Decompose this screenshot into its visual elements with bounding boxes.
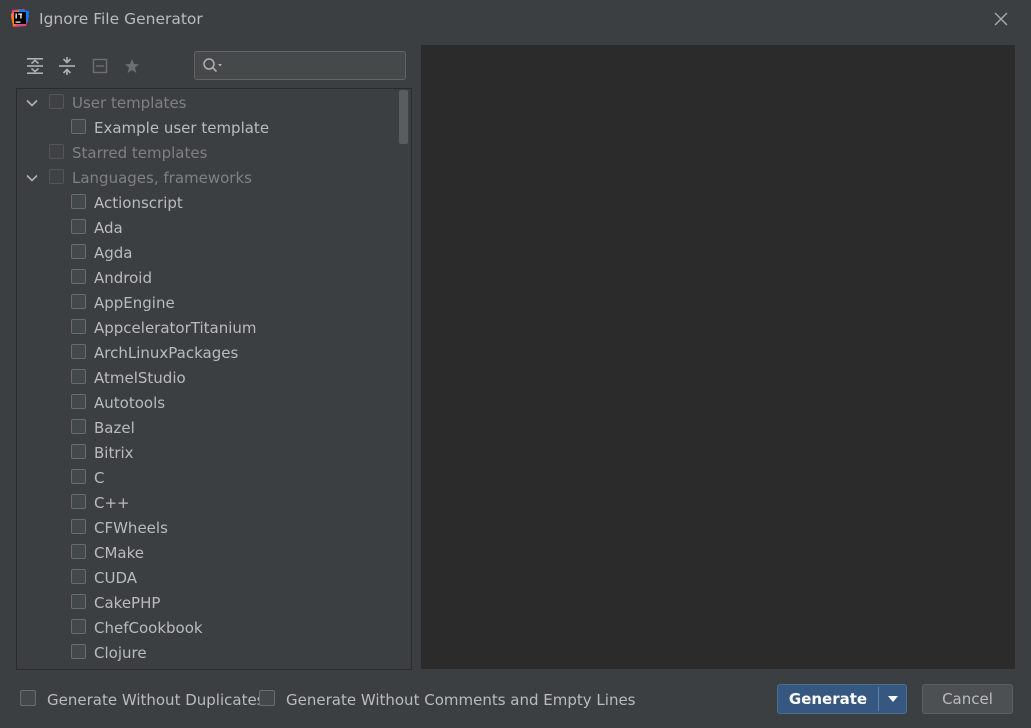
cancel-button[interactable]: Cancel xyxy=(922,684,1013,714)
template-checkbox[interactable] xyxy=(71,369,86,384)
tree-item[interactable]: C xyxy=(17,466,397,491)
template-checkbox[interactable] xyxy=(71,419,86,434)
template-checkbox[interactable] xyxy=(71,469,86,484)
template-checkbox[interactable] xyxy=(71,244,86,259)
template-checkbox[interactable] xyxy=(71,119,86,134)
tree-item[interactable]: Agda xyxy=(17,241,397,266)
close-button[interactable] xyxy=(988,6,1014,32)
tree-item[interactable]: CFWheels xyxy=(17,516,397,541)
template-label: C++ xyxy=(94,494,130,512)
group-checkbox[interactable] xyxy=(49,94,64,109)
template-checkbox[interactable] xyxy=(71,444,86,459)
template-label: AtmelStudio xyxy=(94,369,186,387)
search-input[interactable] xyxy=(225,55,397,76)
template-checkbox[interactable] xyxy=(71,294,86,309)
template-checkbox[interactable] xyxy=(71,519,86,534)
group-label: Starred templates xyxy=(72,144,208,162)
search-field[interactable] xyxy=(194,51,406,80)
tree-item[interactable]: ChefCookbook xyxy=(17,616,397,641)
expand-all-icon xyxy=(27,58,43,74)
scrollbar-thumb[interactable] xyxy=(399,90,408,144)
expand-all-button[interactable] xyxy=(23,54,47,78)
tree-group[interactable]: Languages, frameworks xyxy=(17,166,397,191)
close-icon xyxy=(994,12,1008,26)
tree-item[interactable]: AtmelStudio xyxy=(17,366,397,391)
template-checkbox[interactable] xyxy=(71,494,86,509)
tree-group[interactable]: Starred templates xyxy=(17,141,397,166)
group-checkbox[interactable] xyxy=(49,144,64,159)
template-label: Agda xyxy=(94,244,133,262)
template-label: ChefCookbook xyxy=(94,619,203,637)
intellij-idea-icon xyxy=(11,9,29,27)
template-checkbox[interactable] xyxy=(71,619,86,634)
template-label: ArchLinuxPackages xyxy=(94,344,239,362)
collapse-all-button[interactable] xyxy=(55,54,79,78)
template-label: Example user template xyxy=(94,119,270,137)
starred-button[interactable] xyxy=(120,54,144,78)
tree-item[interactable]: CakePHP xyxy=(17,591,397,616)
tree-group[interactable]: User templates xyxy=(17,91,397,116)
tree-item[interactable]: Autotools xyxy=(17,391,397,416)
tree-item[interactable]: CMake xyxy=(17,541,397,566)
collapse-all-icon xyxy=(59,57,75,75)
chevron-down-icon[interactable] xyxy=(25,171,39,185)
template-checkbox[interactable] xyxy=(71,269,86,284)
template-checkbox[interactable] xyxy=(71,319,86,334)
tree-item[interactable]: AppceleratorTitanium xyxy=(17,316,397,341)
title-bar: Ignore File Generator xyxy=(0,0,1031,38)
generate-split-button[interactable]: Generate xyxy=(777,684,907,714)
search-icon xyxy=(203,58,222,73)
chevron-down-icon[interactable] xyxy=(25,96,39,110)
template-checkbox[interactable] xyxy=(71,194,86,209)
tree-item[interactable]: C++ xyxy=(17,491,397,516)
without-comments-checkbox[interactable] xyxy=(259,690,275,706)
template-label: Actionscript xyxy=(94,194,183,212)
template-label: AppceleratorTitanium xyxy=(94,319,257,337)
template-label: CFWheels xyxy=(94,519,168,537)
template-label: Ada xyxy=(94,219,123,237)
template-label: AppEngine xyxy=(94,294,175,312)
preview-pane xyxy=(421,45,1015,669)
without-duplicates-label: Generate Without Duplicates xyxy=(47,691,265,709)
generate-dropdown-button[interactable] xyxy=(879,685,907,713)
template-checkbox[interactable] xyxy=(71,644,86,659)
template-checkbox[interactable] xyxy=(71,219,86,234)
template-checkbox[interactable] xyxy=(71,544,86,559)
template-checkbox[interactable] xyxy=(71,394,86,409)
template-checkbox[interactable] xyxy=(71,344,86,359)
tree-item[interactable]: Clojure xyxy=(17,641,397,666)
tree-item[interactable]: Bitrix xyxy=(17,441,397,466)
unselect-all-icon xyxy=(92,58,108,74)
star-icon xyxy=(125,59,139,73)
template-tree[interactable]: User templates Example user template Starr… xyxy=(16,88,412,670)
group-label: Languages, frameworks xyxy=(72,169,252,187)
group-checkbox[interactable] xyxy=(49,169,64,184)
without-comments-label: Generate Without Comments and Empty Line… xyxy=(286,691,636,709)
template-label: Clojure xyxy=(94,644,147,662)
unselect-all-button[interactable] xyxy=(88,54,112,78)
tree-item[interactable]: AppEngine xyxy=(17,291,397,316)
tree-item[interactable]: ArchLinuxPackages xyxy=(17,341,397,366)
window-title: Ignore File Generator xyxy=(39,10,203,28)
generate-button[interactable]: Generate xyxy=(778,685,878,713)
tree-item[interactable]: Android xyxy=(17,266,397,291)
group-label: User templates xyxy=(72,94,187,112)
template-checkbox[interactable] xyxy=(71,594,86,609)
template-label: Autotools xyxy=(94,394,166,412)
template-label: C xyxy=(94,469,105,487)
without-duplicates-checkbox[interactable] xyxy=(20,690,36,706)
tree-item[interactable]: Ada xyxy=(17,216,397,241)
template-label: Android xyxy=(94,269,152,287)
chevron-down-icon xyxy=(888,696,898,702)
template-label: CakePHP xyxy=(94,594,161,612)
template-checkbox[interactable] xyxy=(71,569,86,584)
tree-item[interactable]: Example user template xyxy=(17,116,397,141)
template-label: CMake xyxy=(94,544,144,562)
template-label: Bitrix xyxy=(94,444,134,462)
template-label: CUDA xyxy=(94,569,138,587)
tree-item[interactable]: Bazel xyxy=(17,416,397,441)
template-label: Bazel xyxy=(94,419,135,437)
tree-item[interactable]: Actionscript xyxy=(17,191,397,216)
tree-item[interactable]: CUDA xyxy=(17,566,397,591)
